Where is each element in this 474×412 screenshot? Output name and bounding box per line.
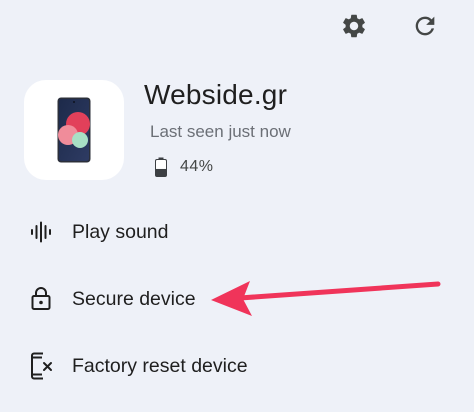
sound-wave-icon — [26, 217, 56, 247]
phone-erase-icon — [26, 351, 56, 381]
last-seen-status: Last seen just now — [150, 122, 291, 141]
factory-reset-action[interactable]: Factory reset device — [26, 349, 248, 383]
phone-icon — [57, 97, 91, 163]
battery-percent: 44% — [180, 158, 214, 175]
factory-reset-label: Factory reset device — [72, 354, 248, 377]
secure-device-label: Secure device — [72, 287, 196, 310]
device-image-card — [24, 80, 124, 180]
play-sound-action[interactable]: Play sound — [26, 215, 168, 249]
battery-icon — [155, 157, 167, 177]
refresh-icon — [415, 16, 435, 36]
device-name: Webside.gr — [144, 79, 288, 110]
battery-status: 44% — [155, 155, 214, 179]
play-sound-label: Play sound — [72, 220, 169, 243]
settings-button[interactable] — [336, 8, 372, 44]
lock-icon — [26, 284, 56, 314]
refresh-button[interactable] — [407, 8, 443, 44]
gear-icon — [343, 14, 365, 38]
secure-device-action[interactable]: Secure device — [26, 282, 196, 316]
